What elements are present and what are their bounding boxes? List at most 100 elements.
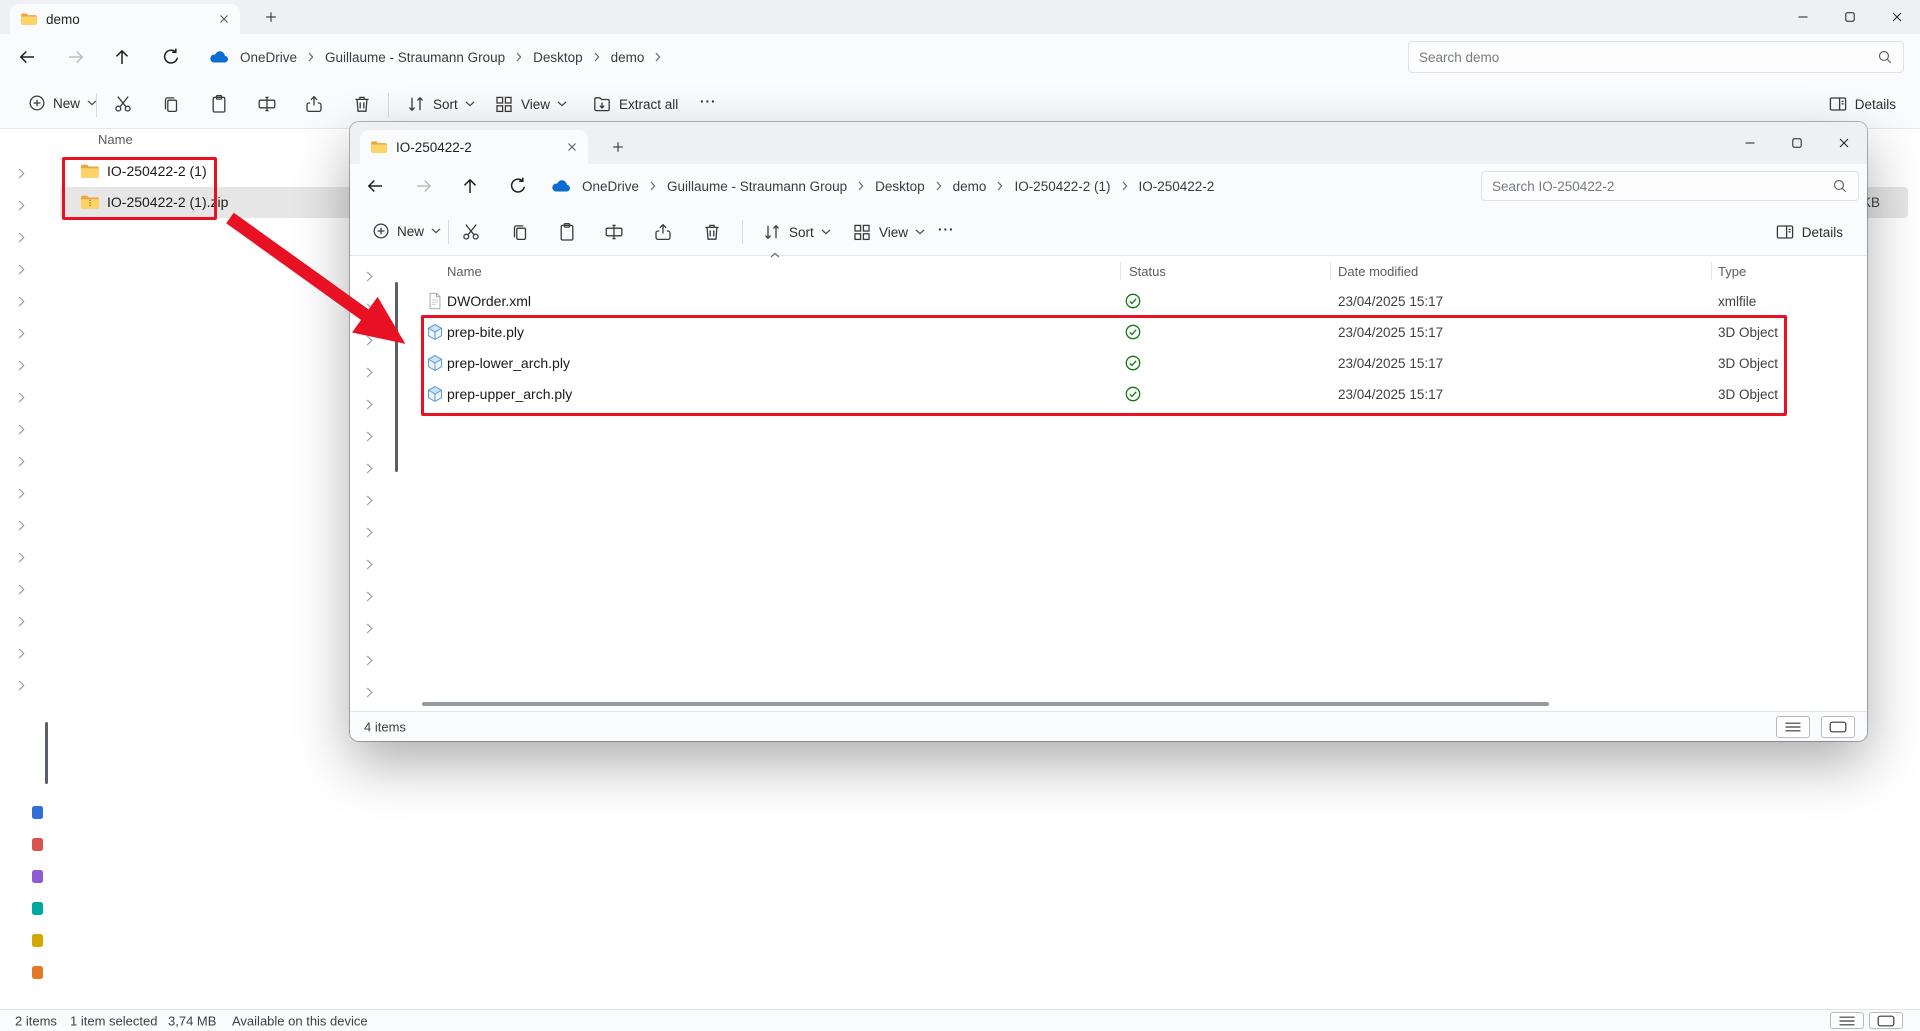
nav-pane-scrollbar-thumb[interactable] [45, 722, 48, 784]
file-row[interactable]: prep-upper_arch.ply 23/04/2025 15:17 3D … [414, 379, 1851, 410]
tree-expand-chevron-icon[interactable] [14, 648, 25, 659]
breadcrumb-chevron-icon[interactable] [650, 181, 656, 191]
cut-button[interactable] [453, 216, 489, 248]
tree-expand-chevron-icon[interactable] [362, 559, 373, 570]
view-button[interactable]: View [844, 216, 933, 248]
column-separator[interactable] [1120, 262, 1121, 280]
breadcrumb-chevron-icon[interactable] [936, 181, 942, 191]
column-header-name[interactable]: Name [98, 132, 133, 147]
tab-io-250422-2[interactable]: IO-250422-2 [360, 130, 588, 164]
tree-expand-chevron-icon[interactable] [362, 655, 373, 666]
breadcrumb-label[interactable]: Desktop [527, 47, 589, 68]
more-options-button[interactable]: ··· [692, 88, 725, 115]
refresh-button[interactable] [157, 43, 185, 71]
new-tab-button[interactable] [606, 135, 630, 159]
extract-all-button[interactable]: Extract all [584, 88, 686, 120]
rename-button[interactable] [249, 88, 285, 120]
more-options-button[interactable]: ··· [930, 216, 963, 243]
view-toggle-icons[interactable] [1821, 716, 1855, 738]
share-button[interactable] [645, 216, 681, 248]
share-button[interactable] [296, 88, 332, 120]
rename-button[interactable] [596, 216, 632, 248]
back-button[interactable] [361, 172, 389, 200]
delete-button[interactable] [694, 216, 730, 248]
column-header-status[interactable]: Status [1129, 264, 1166, 279]
tree-expand-chevron-icon[interactable] [362, 303, 373, 314]
file-row[interactable]: prep-bite.ply 23/04/2025 15:17 3D Object [414, 317, 1851, 348]
column-header-type[interactable]: Type [1718, 264, 1746, 279]
new-tab-button[interactable] [259, 5, 283, 29]
copy-button[interactable] [153, 88, 189, 120]
tree-expand-chevron-icon[interactable] [14, 584, 25, 595]
tree-expand-chevron-icon[interactable] [362, 463, 373, 474]
view-toggle-icons[interactable] [1869, 1012, 1903, 1029]
breadcrumb-label[interactable]: OneDrive [234, 47, 303, 68]
pinned-folder-icon[interactable] [32, 806, 43, 819]
pinned-folder-icon[interactable] [32, 934, 43, 947]
sort-button[interactable]: Sort [398, 88, 483, 120]
breadcrumb-chevron-icon[interactable] [594, 52, 600, 62]
breadcrumb-label[interactable]: OneDrive [576, 176, 645, 197]
tree-expand-chevron-icon[interactable] [14, 168, 25, 179]
breadcrumb-item[interactable]: IO-250422-2 (1) [1008, 176, 1132, 197]
breadcrumb-item[interactable]: IO-250422-2 [1133, 176, 1221, 197]
breadcrumb-chevron-icon[interactable] [997, 181, 1003, 191]
horizontal-scrollbar-thumb[interactable] [422, 702, 1549, 706]
tree-expand-chevron-icon[interactable] [362, 271, 373, 282]
tree-expand-chevron-icon[interactable] [14, 616, 25, 627]
breadcrumb-label[interactable]: Guillaume - Straumann Group [319, 47, 511, 68]
pinned-folder-icon[interactable] [32, 966, 43, 979]
breadcrumb-label[interactable]: Desktop [869, 176, 931, 197]
cut-button[interactable] [105, 88, 141, 120]
tree-expand-chevron-icon[interactable] [14, 680, 25, 691]
refresh-button[interactable] [504, 172, 532, 200]
pinned-folder-icon[interactable] [32, 838, 43, 851]
breadcrumb-item[interactable]: OneDrive [576, 176, 661, 197]
column-separator[interactable] [1330, 262, 1331, 280]
tree-expand-chevron-icon[interactable] [14, 264, 25, 275]
tree-expand-chevron-icon[interactable] [14, 232, 25, 243]
breadcrumb-item[interactable]: Desktop [869, 176, 947, 197]
breadcrumb-item[interactable]: demo [605, 47, 667, 68]
tree-expand-chevron-icon[interactable] [362, 431, 373, 442]
minimize-button[interactable] [1779, 0, 1826, 34]
breadcrumb-item[interactable]: demo [947, 176, 1009, 197]
new-button[interactable]: New [20, 88, 105, 118]
breadcrumb-item[interactable]: OneDrive [234, 47, 319, 68]
tree-expand-chevron-icon[interactable] [14, 328, 25, 339]
up-button[interactable] [108, 43, 136, 71]
tab-close-icon[interactable] [566, 141, 578, 153]
copy-button[interactable] [502, 216, 538, 248]
column-header-date-modified[interactable]: Date modified [1338, 264, 1418, 279]
tree-expand-chevron-icon[interactable] [362, 687, 373, 698]
breadcrumb-item[interactable]: Guillaume - Straumann Group [661, 176, 869, 197]
file-row[interactable]: prep-lower_arch.ply 23/04/2025 15:17 3D … [414, 348, 1851, 379]
breadcrumb-chevron-icon[interactable] [516, 52, 522, 62]
search-icon[interactable] [1877, 49, 1893, 65]
tree-expand-chevron-icon[interactable] [14, 552, 25, 563]
tree-expand-chevron-icon[interactable] [362, 495, 373, 506]
view-button[interactable]: View [486, 88, 575, 120]
sort-button[interactable]: Sort [754, 216, 839, 248]
breadcrumb-label[interactable]: demo [947, 176, 993, 197]
view-toggle-details[interactable] [1776, 716, 1810, 738]
column-header-name[interactable]: Name [447, 264, 482, 279]
breadcrumb-item[interactable]: Guillaume - Straumann Group [319, 47, 527, 68]
breadcrumb-chevron-icon[interactable] [858, 181, 864, 191]
search-input[interactable] [1492, 178, 1824, 194]
forward-button[interactable] [62, 43, 90, 71]
delete-button[interactable] [344, 88, 380, 120]
tree-expand-chevron-icon[interactable] [14, 392, 25, 403]
tree-expand-chevron-icon[interactable] [362, 591, 373, 602]
breadcrumb-label[interactable]: IO-250422-2 (1) [1008, 176, 1116, 197]
tree-expand-chevron-icon[interactable] [362, 399, 373, 410]
close-button[interactable] [1820, 122, 1867, 164]
view-toggle-details[interactable] [1830, 1012, 1864, 1029]
breadcrumb-chevron-icon[interactable] [1122, 181, 1128, 191]
details-pane-button[interactable]: Details [1767, 216, 1851, 248]
tree-expand-chevron-icon[interactable] [362, 527, 373, 538]
tree-expand-chevron-icon[interactable] [14, 360, 25, 371]
minimize-button[interactable] [1726, 122, 1773, 164]
paste-button[interactable] [201, 88, 237, 120]
tree-expand-chevron-icon[interactable] [362, 367, 373, 378]
